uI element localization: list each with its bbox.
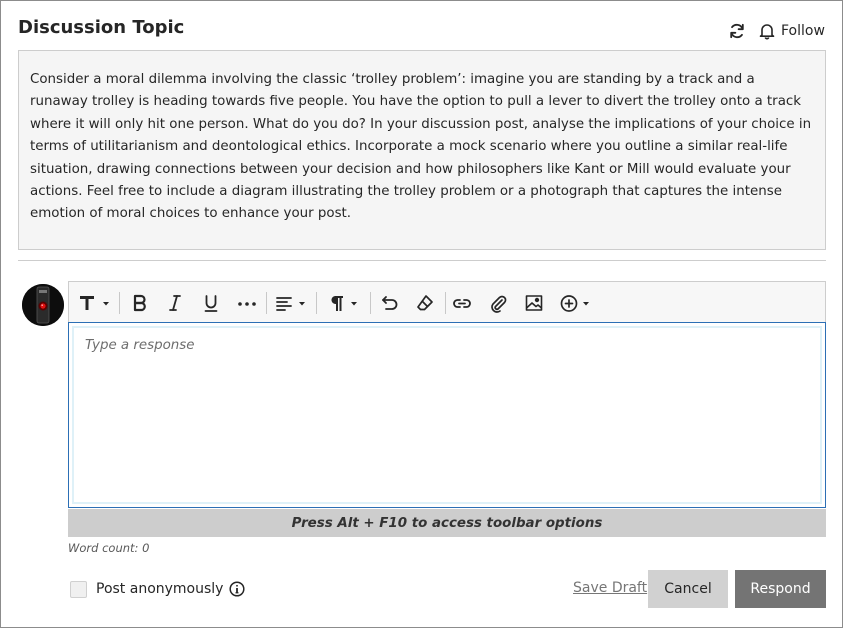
cancel-button[interactable]: Cancel — [648, 570, 728, 608]
bold-icon[interactable] — [129, 290, 151, 316]
underline-icon[interactable] — [201, 290, 221, 316]
toolbar-separator — [370, 292, 371, 314]
info-icon[interactable] — [229, 581, 246, 597]
topic-prompt: Consider a moral dilemma involving the c… — [18, 50, 826, 250]
toolbar-separator — [316, 292, 317, 314]
anonymous-label: Post anonymously — [96, 581, 224, 597]
add-content-icon[interactable] — [559, 290, 591, 316]
word-count: Word count: 0 — [68, 541, 150, 555]
more-icon[interactable] — [236, 290, 258, 316]
response-input[interactable] — [74, 328, 820, 502]
discussion-panel: Discussion Topic Follow Consider a moral… — [0, 0, 843, 628]
toolbar-separator — [445, 292, 446, 314]
image-icon[interactable] — [523, 290, 545, 316]
attach-icon[interactable] — [487, 290, 509, 316]
post-anonymously: Post anonymously — [70, 579, 246, 599]
align-icon[interactable] — [274, 290, 306, 316]
follow-label: Follow — [781, 23, 825, 39]
divider — [18, 260, 826, 261]
response-editor — [68, 322, 826, 508]
text-format-icon[interactable] — [77, 290, 109, 316]
page-title: Discussion Topic — [18, 17, 185, 38]
anonymous-checkbox[interactable] — [70, 580, 87, 598]
respond-button[interactable]: Respond — [735, 570, 826, 608]
response-editor-inner — [72, 326, 822, 504]
prompt-text: Consider a moral dilemma involving the c… — [30, 72, 812, 222]
save-draft-link[interactable]: Save Draft — [573, 580, 647, 596]
toolbar-separator — [119, 292, 120, 314]
refresh-icon[interactable] — [727, 21, 747, 41]
paragraph-icon[interactable] — [326, 290, 358, 316]
toolbar-separator — [266, 292, 267, 314]
link-icon[interactable] — [451, 290, 473, 316]
undo-icon[interactable] — [379, 290, 401, 316]
follow-button[interactable]: Follow — [758, 20, 825, 42]
toolbar-hint: Press Alt + F10 to access toolbar option… — [68, 509, 826, 537]
avatar — [22, 284, 64, 326]
italic-icon[interactable] — [165, 290, 185, 316]
eraser-icon[interactable] — [414, 290, 436, 316]
bell-icon — [759, 24, 775, 40]
editor-toolbar — [68, 281, 826, 323]
